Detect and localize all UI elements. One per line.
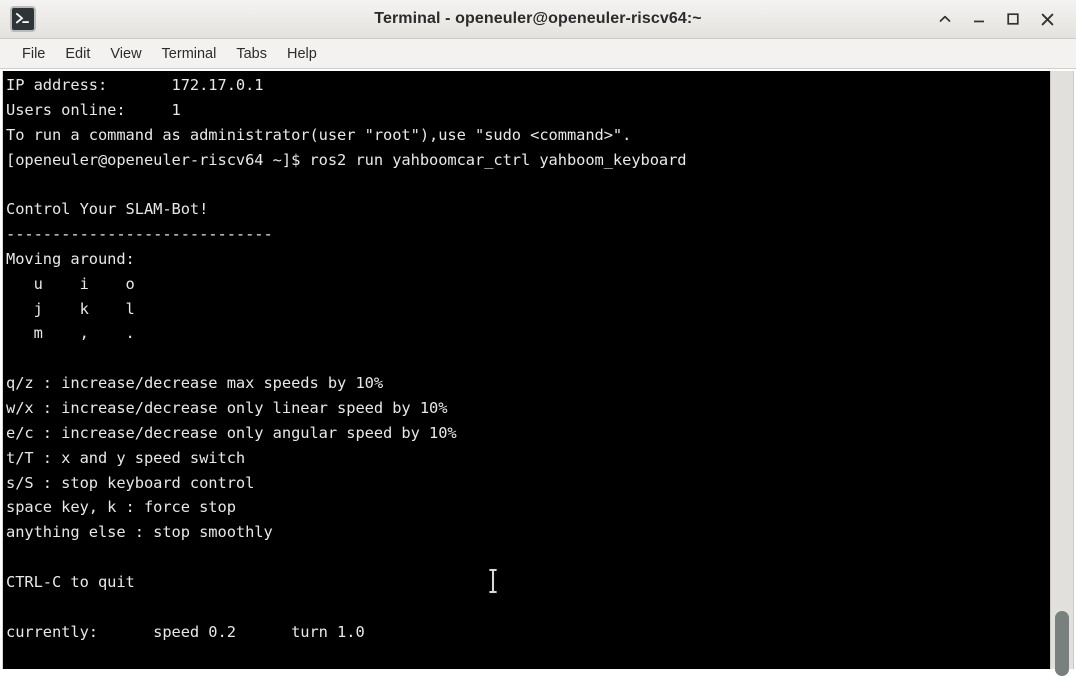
close-icon[interactable]: [1038, 10, 1056, 28]
menu-item-file[interactable]: File: [12, 44, 55, 64]
terminal-scrollbar[interactable]: [1050, 71, 1074, 676]
menu-item-edit[interactable]: Edit: [55, 44, 100, 64]
menu-item-terminal[interactable]: Terminal: [152, 44, 227, 64]
window-title: Terminal - openeuler@openeuler-riscv64:~: [374, 10, 702, 27]
terminal-prompt-icon: [10, 6, 36, 32]
terminal-body: IP address: 172.17.0.1 Users online: 1 T…: [0, 69, 1076, 676]
window-controls: [936, 10, 1070, 28]
menu-item-tabs[interactable]: Tabs: [226, 44, 277, 64]
menubar: File Edit View Terminal Tabs Help: [0, 39, 1076, 69]
titlebar: Terminal - openeuler@openeuler-riscv64:~: [0, 0, 1076, 39]
terminal-screen[interactable]: IP address: 172.17.0.1 Users online: 1 T…: [2, 71, 1050, 669]
scrollbar-thumb[interactable]: [1055, 611, 1069, 676]
minimize-icon[interactable]: [970, 10, 988, 28]
terminal-window: Terminal - openeuler@openeuler-riscv64:~: [0, 0, 1076, 676]
maximize-icon[interactable]: [1004, 10, 1022, 28]
menu-item-help[interactable]: Help: [277, 44, 327, 64]
chevron-up-icon[interactable]: [936, 10, 954, 28]
menu-item-view[interactable]: View: [100, 44, 151, 64]
terminal-output: IP address: 172.17.0.1 Users online: 1 T…: [6, 76, 687, 641]
